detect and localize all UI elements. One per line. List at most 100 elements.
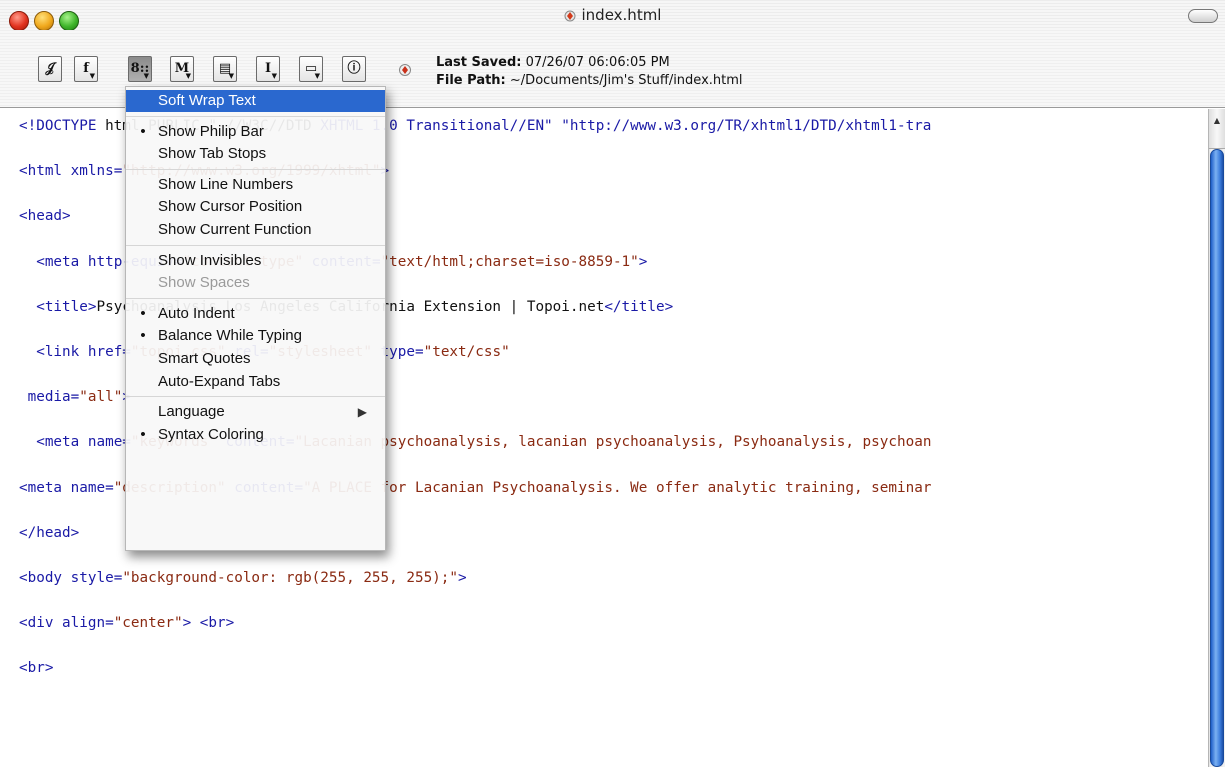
menu-item-show-cursor-position[interactable]: Show Cursor Position <box>126 196 385 218</box>
code-token: xmlns= <box>70 163 123 179</box>
code-token: align= <box>62 615 114 631</box>
code-token: <meta <box>19 480 71 496</box>
code-token: "A PLACE for Lacanian Psychoanalysis. We… <box>303 480 932 496</box>
menu-item-show-philip-bar[interactable]: • Show Philip Bar <box>126 121 385 143</box>
code-line[interactable]: <div align="center"> <br> <box>19 613 234 633</box>
dropdown-arrow-icon: ▼ <box>228 71 234 80</box>
code-token: name= <box>70 480 114 496</box>
file-path-label: File Path: <box>436 73 506 88</box>
menu-item-label: Show Philip Bar <box>158 122 264 140</box>
code-line[interactable]: <br> <box>19 658 53 678</box>
tools-popup-icon-glyph: I <box>264 61 272 76</box>
code-line[interactable]: </head> <box>19 523 79 543</box>
checkmark-bullet-icon: • <box>140 327 146 345</box>
markers-popup-icon[interactable]: M ▼ <box>170 56 194 82</box>
code-token: > <br> <box>182 615 235 631</box>
dropdown-arrow-icon: ▼ <box>271 71 277 80</box>
code-token: XHTML 1.0 Transitional//EN" "http://www.… <box>320 118 932 134</box>
menu-item-language[interactable]: Language ▶ <box>126 401 385 423</box>
menu-separator <box>126 396 385 398</box>
menu-item-smart-quotes[interactable]: Smart Quotes <box>126 348 385 370</box>
menu-item-auto-indent[interactable]: • Auto Indent <box>126 303 385 325</box>
menu-item-label: Show Current Function <box>158 221 312 238</box>
menu-separator <box>126 168 385 170</box>
code-line[interactable]: <head> <box>19 206 71 226</box>
code-token: </title> <box>604 299 674 315</box>
code-line[interactable]: media="all"> <box>19 387 131 407</box>
menu-item-balance-while-typing[interactable]: • Balance While Typing <box>126 325 385 347</box>
menu-item-show-invisibles[interactable]: Show Invisibles <box>126 250 385 272</box>
code-token: <div <box>19 615 63 631</box>
editor-window: index.html 𝒥f ▼ 8:: ▼ M ▼ ▤ ▼ I ▼ ▭ ▼ ⓘ Last Saved: … <box>0 0 1225 767</box>
dropdown-arrow-icon: ▼ <box>185 71 191 80</box>
code-token: > <box>638 254 648 270</box>
checkmark-bullet-icon: • <box>140 122 146 140</box>
document-popup-icon[interactable]: ▤ ▼ <box>213 56 237 82</box>
dropdown-arrow-icon: ▼ <box>143 71 149 80</box>
code-token: "background-color: rgb(255, 255, 255);" <box>122 570 459 586</box>
menu-item-show-current-function[interactable]: Show Current Function <box>126 219 385 241</box>
code-token: <link <box>36 344 88 360</box>
menu-item-label: Soft Wrap Text <box>158 92 256 109</box>
menu-item-auto-expand-tabs[interactable]: Auto-Expand Tabs <box>126 371 385 393</box>
menu-item-label: Show Invisibles <box>158 251 262 269</box>
folder-popup-icon[interactable]: ▭ ▼ <box>299 56 323 82</box>
menu-item-label: Syntax Coloring <box>158 425 264 443</box>
code-token: "all" <box>79 389 123 405</box>
menu-separator <box>126 115 385 117</box>
checkmark-bullet-icon: • <box>140 425 146 443</box>
menu-item-soft-wrap-text[interactable]: Soft Wrap Text <box>126 90 385 112</box>
menu-separator <box>126 297 385 299</box>
menu-item-label: Auto-Expand Tabs <box>158 372 281 390</box>
info-icon[interactable]: ⓘ <box>342 56 366 82</box>
menu-separator <box>126 244 385 246</box>
dropdown-arrow-icon: ▼ <box>89 71 95 80</box>
code-token: <!DOCTYPE <box>19 118 106 134</box>
code-token: > <box>458 570 467 586</box>
code-token: <br> <box>19 660 54 676</box>
menu-item-label: Balance While Typing <box>158 327 302 345</box>
code-token: "text/css" <box>423 344 510 360</box>
menu-item-show-spaces: Show Spaces <box>126 272 385 294</box>
window-title-area: index.html <box>0 0 1225 30</box>
code-token: </head> <box>19 525 80 541</box>
menu-item-label: Auto Indent <box>158 304 235 322</box>
code-line[interactable]: <body style="background-color: rgb(255, … <box>19 568 467 588</box>
last-saved-value: 07/26/07 06:06:05 PM <box>525 55 670 70</box>
menu-item-label: Show Cursor Position <box>158 198 303 216</box>
toolbar-toggle-button[interactable] <box>1188 9 1218 23</box>
menu-item-label: Show Spaces <box>158 274 250 292</box>
file-info: Last Saved: 07/26/07 06:06:05 PM File Pa… <box>436 54 743 90</box>
code-token: <meta <box>36 254 88 270</box>
function-popup-icon[interactable]: f ▼ <box>74 56 98 82</box>
scrollbar-thumb[interactable] <box>1210 149 1224 767</box>
code-token: "center" <box>113 615 183 631</box>
menu-item-show-tab-stops[interactable]: Show Tab Stops <box>126 143 385 165</box>
code-token: <meta <box>36 434 88 450</box>
code-token: "Lacanian psychoanalysis, lacanian psych… <box>294 434 932 450</box>
code-token: <title> <box>36 299 97 315</box>
menu-item-syntax-coloring[interactable]: • Syntax Coloring <box>126 424 385 446</box>
html-file-proxy-icon[interactable] <box>398 61 412 77</box>
vertical-scrollbar[interactable]: ▲ <box>1208 109 1225 767</box>
code-token: "text/html;charset=iso-8859-1" <box>380 254 639 270</box>
pencil-icon[interactable]: 𝒥 <box>38 56 62 82</box>
file-path-value: ~/Documents/Jim's Stuff/index.html <box>509 73 743 88</box>
tools-popup-icon[interactable]: I ▼ <box>256 56 280 82</box>
text-options-menu: Soft Wrap Text • Show Philip Bar Show Tab S… <box>125 86 386 551</box>
scroll-up-arrow[interactable]: ▲ <box>1209 109 1225 149</box>
pencil-icon-glyph: 𝒥 <box>45 61 55 76</box>
submenu-arrow-icon: ▶ <box>357 405 367 420</box>
code-token: <head> <box>19 208 71 224</box>
window-title: index.html <box>581 6 662 24</box>
text-options-popup-icon[interactable]: 8:: ▼ <box>128 56 152 82</box>
code-token: media= <box>27 389 80 405</box>
menu-item-show-line-numbers[interactable]: Show Line Numbers <box>126 174 385 196</box>
menu-item-label: Language <box>158 403 225 421</box>
checkmark-bullet-icon: • <box>140 304 146 322</box>
